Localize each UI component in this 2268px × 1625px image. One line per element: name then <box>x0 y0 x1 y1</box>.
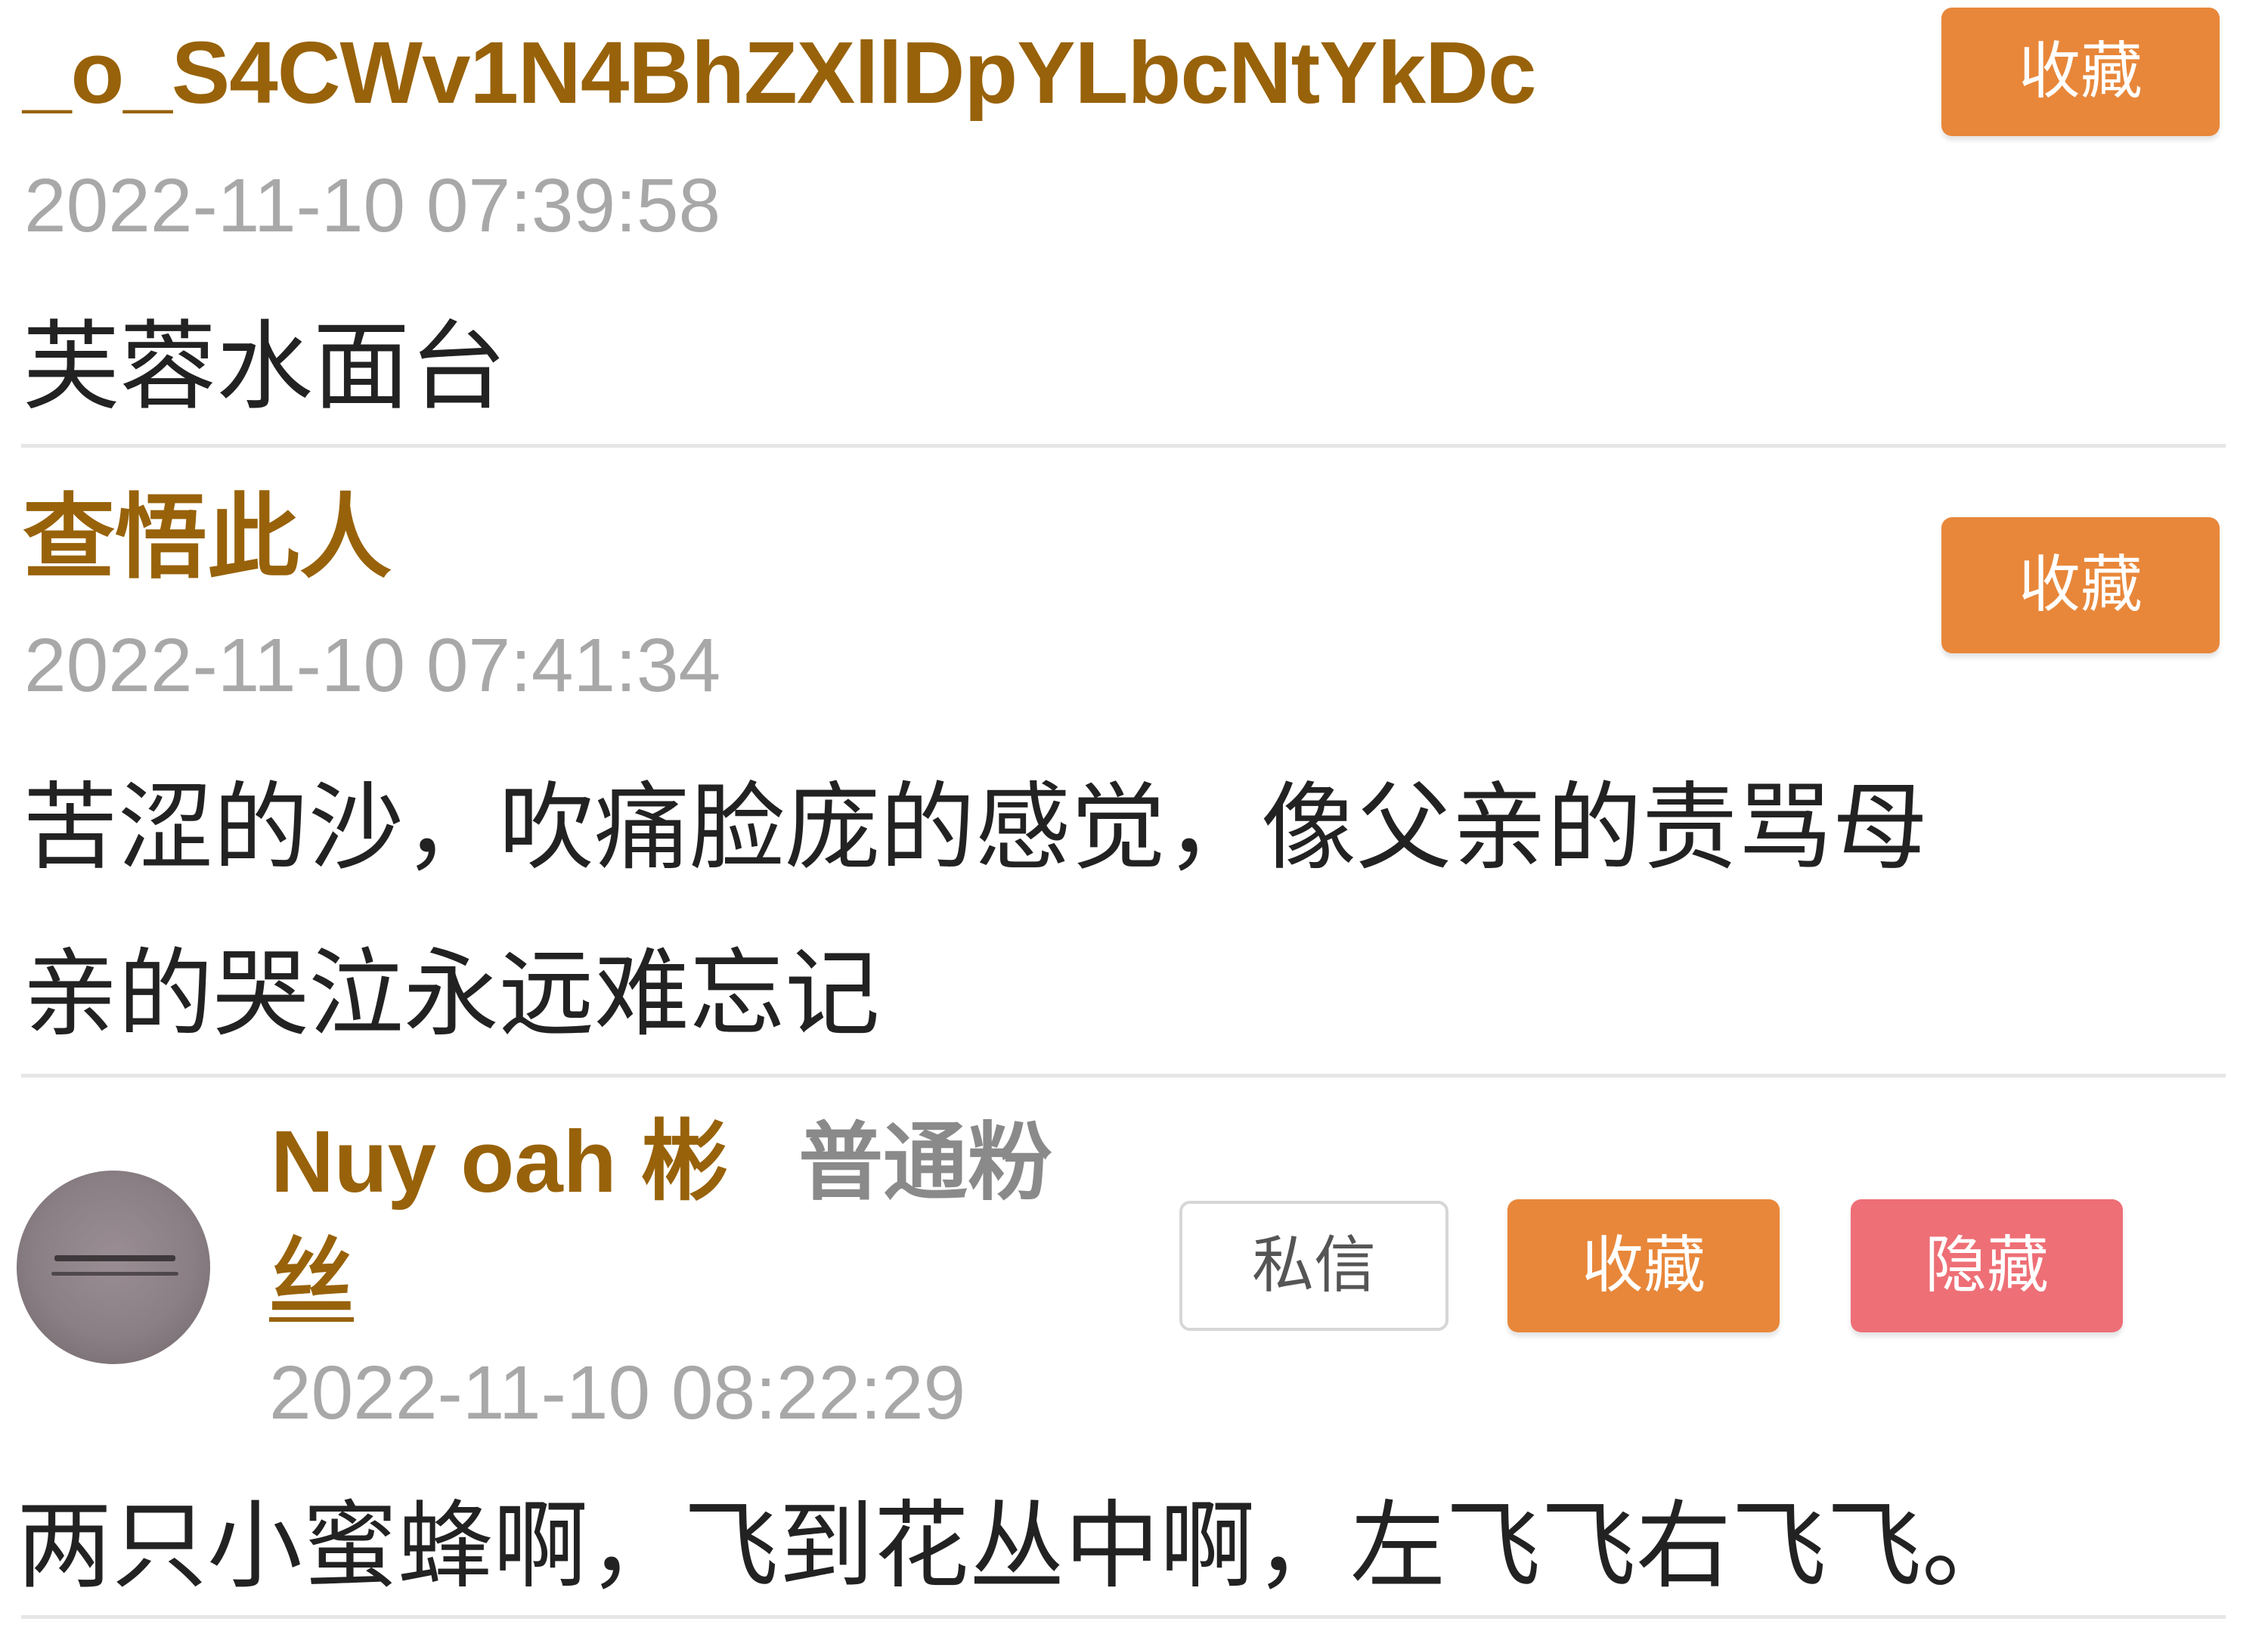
favorite-button[interactable]: 收藏 <box>1941 8 2220 136</box>
comment-divider <box>21 444 2226 448</box>
comment-content-line: 苦涩的沙，吹痛脸庞的感觉，像父亲的责骂母 <box>23 772 1928 883</box>
favorite-button[interactable]: 收藏 <box>1507 1199 1780 1332</box>
avatar-text-mark <box>54 1255 175 1261</box>
comment-divider <box>21 1074 2226 1078</box>
avatar[interactable] <box>17 1171 210 1364</box>
private-message-button[interactable]: 私信 <box>1179 1201 1448 1331</box>
comment-content-line: 亲的哭泣永远难忘记 <box>23 938 880 1050</box>
comment-timestamp: 2022-11-10 07:41:34 <box>24 623 721 708</box>
comment-timestamp: 2022-11-10 08:22:29 <box>269 1351 966 1435</box>
comment-username[interactable]: _o_S4CWv1N4BhZXllDpYLbcNtYkDc <box>23 29 1536 116</box>
comment-timestamp: 2022-11-10 07:39:58 <box>24 163 721 248</box>
comment-username[interactable]: 查悟此人 <box>23 492 392 584</box>
comment-content: 芙蓉水面台 <box>23 311 507 423</box>
favorite-button[interactable]: 收藏 <box>1941 517 2220 653</box>
comment-content: 两只小蜜蜂啊，飞到花丛中啊，左飞飞右飞飞。 <box>17 1490 2017 1602</box>
username-text[interactable]: Nuy oah 彬 <box>271 1112 729 1211</box>
hide-button[interactable]: 隐藏 <box>1851 1199 2123 1332</box>
comment-divider <box>21 1615 2226 1619</box>
avatar-text-mark <box>51 1272 178 1276</box>
comment-username[interactable]: Nuy oah 彬 普通粉 <box>271 1118 1052 1205</box>
fan-level-badge-tail: 丝 <box>269 1229 354 1327</box>
fan-level-badge: 普通粉 <box>798 1115 1053 1210</box>
